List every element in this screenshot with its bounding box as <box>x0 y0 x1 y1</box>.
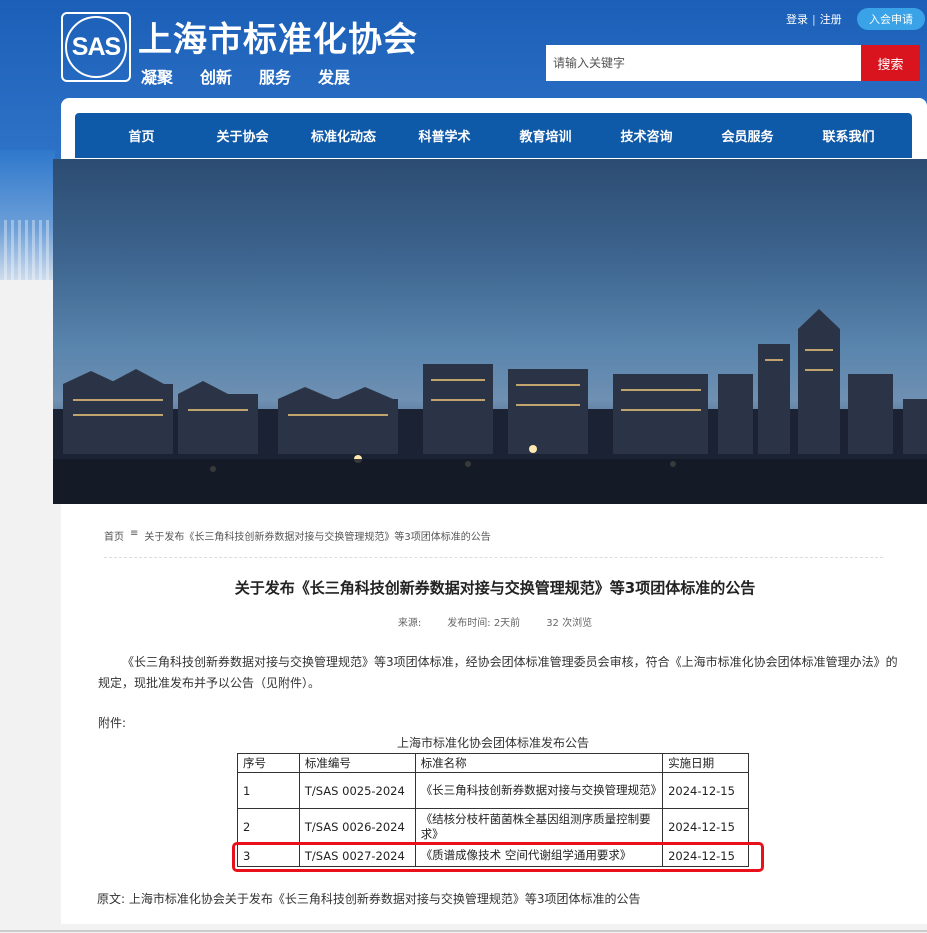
logo-emblem: SAS <box>65 16 127 78</box>
main-nav: 首页 关于协会 标准化动态 科普学术 教育培训 技术咨询 会员服务 联系我们 <box>75 113 912 158</box>
header-date: 实施日期 <box>662 753 749 773</box>
register-link[interactable]: 注册 <box>820 11 842 27</box>
site-title: 上海市标准化协会 <box>138 20 418 60</box>
article-meta: 来源: 发布时间: 2天前 32 次浏览 <box>63 614 927 629</box>
search-button[interactable]: 搜索 <box>861 45 920 81</box>
dashed-divider <box>104 557 883 558</box>
link-separator: | <box>812 12 816 26</box>
logo-text: SAS <box>71 32 121 61</box>
breadcrumb-current: 关于发布《长三角科技创新券数据对接与交换管理规范》等3项团体标准的公告 <box>144 532 491 543</box>
slogan: 凝聚 <box>141 68 174 87</box>
cell-date: 2024-12-15 <box>662 772 749 809</box>
header-code: 标准编号 <box>298 753 416 773</box>
table-row: 1 T/SAS 0025-2024 《长三角科技创新券数据对接与交换管理规范》 … <box>237 772 749 809</box>
original-source-link[interactable]: 原文: 上海市标准化协会关于发布《长三角科技创新券数据对接与交换管理规范》等3项… <box>97 890 641 907</box>
city-decoration <box>0 150 55 280</box>
article-paragraph: 《长三角科技创新券数据对接与交换管理规范》等3项团体标准，经协会团体标准管理委员… <box>98 655 898 690</box>
header-name: 标准名称 <box>414 753 664 773</box>
nav-item-consulting[interactable]: 技术咨询 <box>596 126 697 145</box>
article-views: 32 次浏览 <box>546 618 593 629</box>
cell-date: 2024-12-15 <box>662 808 749 845</box>
login-link[interactable]: 登录 <box>786 11 808 27</box>
table-caption: 上海市标准化协会团体标准发布公告 <box>396 736 589 750</box>
nav-item-contact[interactable]: 联系我们 <box>798 126 899 145</box>
cell-code: T/SAS 0025-2024 <box>298 772 416 809</box>
article-publish-time: 发布时间: 2天前 <box>447 618 521 629</box>
nav-item-news[interactable]: 标准化动态 <box>293 126 394 145</box>
breadcrumb-separator-icon: ≡ <box>130 528 139 539</box>
table-row: 2 T/SAS 0026-2024 《结核分枝杆菌菌株全基因组测序质量控制要求》… <box>237 808 749 845</box>
city-banner <box>53 159 927 504</box>
header-num: 序号 <box>237 753 300 773</box>
skyline-illustration <box>53 309 927 504</box>
slogan: 创新 <box>200 68 233 87</box>
breadcrumb-home[interactable]: 首页 <box>104 528 124 543</box>
slogans: 凝聚 创新 服务 发展 <box>141 64 350 88</box>
cell-num: 2 <box>237 808 300 845</box>
article-title: 关于发布《长三角科技创新券数据对接与交换管理规范》等3项团体标准的公告 <box>234 579 756 597</box>
search-input[interactable] <box>546 45 861 81</box>
nav-item-home[interactable]: 首页 <box>91 126 192 145</box>
nav-item-members[interactable]: 会员服务 <box>697 126 798 145</box>
attachment-label: 附件: <box>98 716 127 730</box>
slogan: 发展 <box>318 68 351 87</box>
cell-code: T/SAS 0026-2024 <box>298 808 416 845</box>
cell-num: 1 <box>237 772 300 809</box>
slogan: 服务 <box>259 68 292 87</box>
nav-item-about[interactable]: 关于协会 <box>192 126 293 145</box>
breadcrumb: 首页 ≡ 关于发布《长三角科技创新券数据对接与交换管理规范》等3项团体标准的公告 <box>104 528 491 543</box>
bottom-border <box>0 930 927 932</box>
account-links: 登录 | 注册 <box>786 11 842 27</box>
logo[interactable]: SAS <box>61 12 131 82</box>
nav-item-training[interactable]: 教育培训 <box>495 126 596 145</box>
highlight-box <box>232 842 764 872</box>
nav-item-academic[interactable]: 科普学术 <box>394 126 495 145</box>
join-button[interactable]: 入会申请 <box>857 8 925 30</box>
article-source: 来源: <box>397 618 422 629</box>
table-header-row: 序号 标准编号 标准名称 实施日期 <box>237 753 749 773</box>
cell-name: 《长三角科技创新券数据对接与交换管理规范》 <box>414 772 664 809</box>
cell-name: 《结核分枝杆菌菌株全基因组测序质量控制要求》 <box>414 808 664 845</box>
